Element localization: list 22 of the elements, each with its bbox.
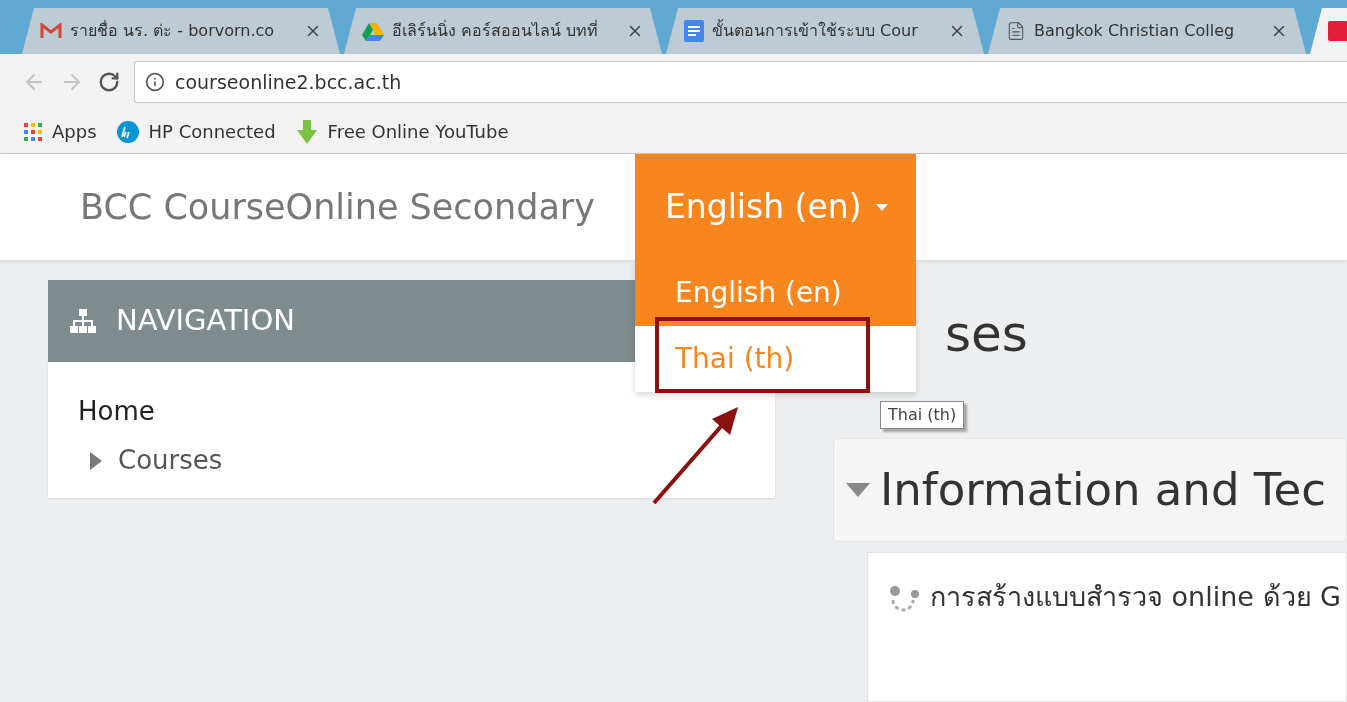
tree-item[interactable]: Courses <box>78 441 775 480</box>
navigation-title: NAVIGATION <box>116 302 295 340</box>
bookmark-link[interactable]: Free Online YouTube <box>295 118 509 145</box>
browser-tab[interactable]: อีเลิร์นนิ่ง คอร์สออนไลน์ บทที่ <box>344 8 662 54</box>
tooltip: Thai (th) <box>880 401 965 429</box>
activity-link[interactable]: การสร้างแบบสำรวจ online ด้วย G <box>888 577 1346 618</box>
url-text: courseonline2.bcc.ac.th <box>175 69 402 95</box>
bookmark-link[interactable]: HP Connected <box>116 118 276 145</box>
site-title[interactable]: BCC CourseOnline Secondary <box>80 180 595 234</box>
tab-title: ขั้นตอนการเข้าใช้ระบบ Cour <box>712 19 919 42</box>
browser-tab[interactable]: Bangkok Christian Colleg <box>988 8 1306 54</box>
tab-title: Bangkok Christian Colleg <box>1034 20 1236 42</box>
bookmark-link[interactable]: Apps <box>24 118 97 145</box>
tab-title: อีเลิร์นนิ่ง คอร์สออนไลน์ บทที่ <box>392 19 600 42</box>
section-header[interactable]: Information and Tec <box>833 438 1347 542</box>
address-field[interactable]: courseonline2.bcc.ac.th <box>134 61 1347 103</box>
tab-title: รายชื่อ นร. ต่ะ - borvorn.co <box>70 19 276 42</box>
browser-tab[interactable]: ขั้นตอนการเข้าใช้ระบบ Cour <box>666 8 984 54</box>
section-title: Information and Tec <box>880 462 1327 519</box>
page-heading: ses <box>945 304 1028 365</box>
home-link[interactable]: Home <box>78 392 775 431</box>
browser-tab[interactable]: รายชื่อ นร. ต่ะ - borvorn.co <box>22 8 340 54</box>
